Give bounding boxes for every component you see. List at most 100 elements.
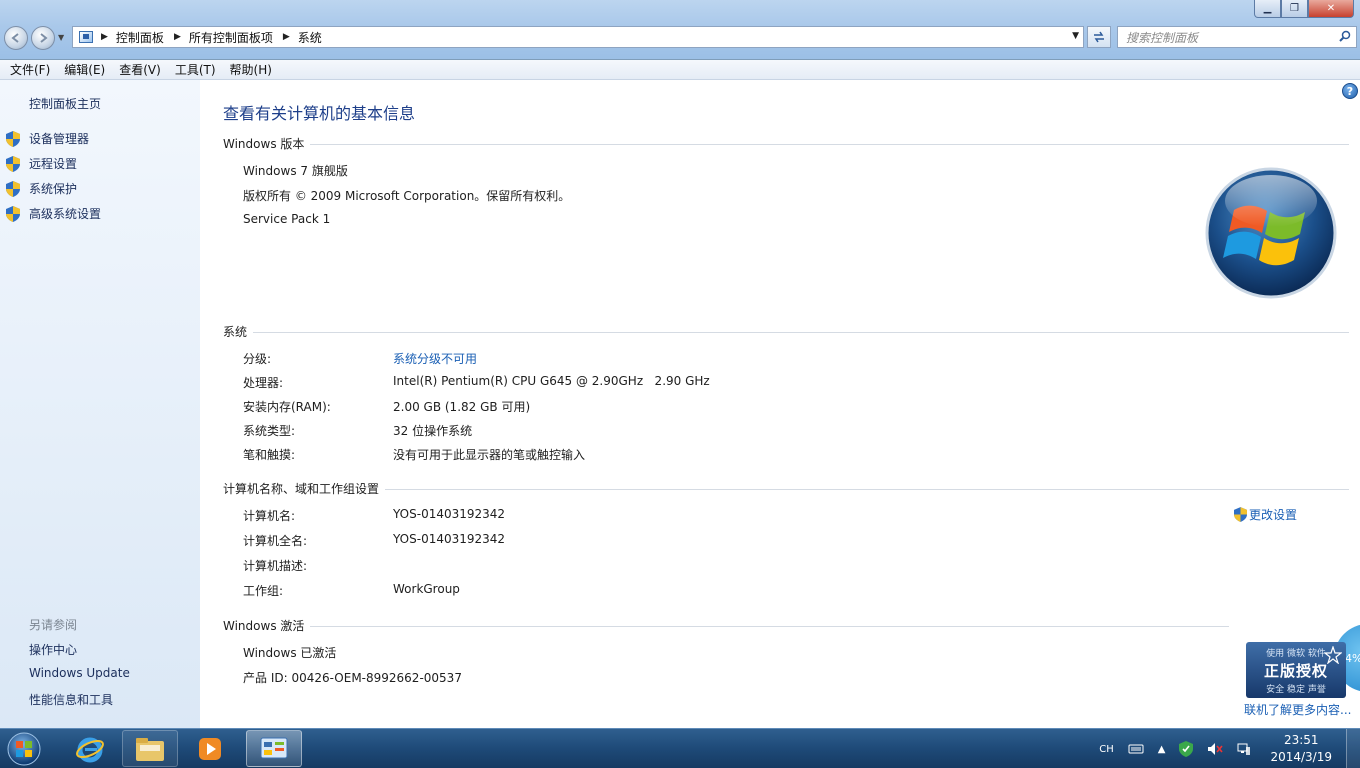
page-title: 查看有关计算机的基本信息 [223, 104, 416, 123]
security-shield-icon[interactable] [1179, 741, 1194, 757]
sidebar-item-advanced-settings[interactable]: 高级系统设置 [6, 205, 101, 222]
back-button[interactable] [4, 26, 28, 50]
divider [385, 489, 1349, 490]
processor-label: 处理器: [243, 376, 284, 390]
breadcrumb-control-panel[interactable]: 控制面板 [116, 29, 164, 46]
title-bar: ▁ ❐ ✕ ▼ ▶ 控制面板 ▶ 所有控制面板项 ▶ 系统 ▼ 搜索控制面板 [0, 0, 1360, 60]
divider [310, 144, 1349, 145]
taskbar: CH ▲ 23:51 2014/3/19 [0, 728, 1360, 768]
menu-file[interactable]: 文件(F) [4, 61, 56, 78]
recent-pages-dropdown[interactable]: ▼ [58, 33, 64, 42]
uac-shield-icon [6, 130, 20, 147]
ram-value: 2.00 GB (1.82 GB 可用) [393, 400, 531, 414]
uac-shield-icon [1234, 507, 1247, 522]
menu-tools[interactable]: 工具(T) [169, 61, 222, 78]
maximize-button[interactable]: ❐ [1281, 0, 1308, 18]
sidebar-item-label: 远程设置 [29, 157, 78, 171]
network-icon[interactable] [1237, 742, 1251, 756]
main-content: ? 查看有关计算机的基本信息 Windows 版本 Windows 7 旗舰版 … [200, 80, 1360, 728]
service-pack: Service Pack 1 [243, 212, 331, 226]
star-icon [1324, 646, 1342, 664]
sidebar: 控制面板主页 设备管理器 远程设置 系统保护 高级系统设置 另请参阅 操作中心 … [0, 80, 200, 728]
show-desktop-button[interactable] [1346, 729, 1360, 768]
search-icon[interactable] [1339, 30, 1351, 42]
taskbar-internet-explorer[interactable] [62, 730, 118, 767]
sidebar-control-panel-home[interactable]: 控制面板主页 [29, 95, 101, 112]
sidebar-item-system-protection[interactable]: 系统保护 [6, 180, 77, 197]
full-name-label: 计算机全名: [243, 534, 308, 548]
copyright-text: 版权所有 © 2009 Microsoft Corporation。保留所有权利… [243, 189, 571, 203]
uac-shield-icon [6, 205, 20, 222]
system-type-label: 系统类型: [243, 424, 296, 438]
section-system: 系统 [223, 323, 1349, 340]
change-settings-link[interactable]: 更改设置 [1234, 506, 1297, 523]
taskbar-control-panel[interactable] [246, 730, 302, 767]
address-bar[interactable]: ▶ 控制面板 ▶ 所有控制面板项 ▶ 系统 ▼ [72, 26, 1084, 48]
clock-time: 23:51 [1283, 733, 1319, 747]
media-player-icon [199, 737, 221, 760]
start-button[interactable] [4, 731, 44, 767]
section-computer-name: 计算机名称、域和工作组设置 [223, 480, 1349, 497]
windows-logo-icon [1205, 167, 1337, 299]
sidebar-link-windows-update[interactable]: Windows Update [29, 666, 130, 680]
rating-label: 分级: [243, 352, 272, 366]
rating-link[interactable]: 系统分级不可用 [393, 350, 477, 367]
menu-help[interactable]: 帮助(H) [224, 61, 278, 78]
system-tray: CH ▲ 23:51 2014/3/19 [1092, 729, 1360, 768]
sidebar-item-remote-settings[interactable]: 远程设置 [6, 155, 77, 172]
refresh-icon [1094, 31, 1104, 43]
help-icon[interactable]: ? [1342, 83, 1358, 99]
address-dropdown-icon[interactable]: ▼ [1072, 31, 1079, 41]
window-controls: ▁ ❐ ✕ [1254, 0, 1354, 18]
taskbar-explorer[interactable] [122, 730, 178, 767]
minimize-button[interactable]: ▁ [1254, 0, 1281, 18]
sidebar-link-action-center[interactable]: 操作中心 [29, 641, 77, 658]
menu-edit[interactable]: 编辑(E) [58, 61, 111, 78]
breadcrumb-system[interactable]: 系统 [298, 29, 322, 46]
show-hidden-icons-icon[interactable]: ▲ [1158, 744, 1166, 755]
taskbar-media-player[interactable] [182, 730, 238, 767]
breadcrumb-all-items[interactable]: 所有控制面板项 [189, 29, 273, 46]
volume-muted-icon[interactable] [1207, 742, 1224, 756]
section-windows-edition: Windows 版本 [223, 135, 1349, 152]
edition-name: Windows 7 旗舰版 [243, 164, 348, 178]
pen-touch-label: 笔和触摸: [243, 448, 296, 462]
arrow-right-icon [40, 33, 48, 43]
ram-label: 安装内存(RAM): [243, 400, 331, 414]
menu-view[interactable]: 查看(V) [113, 61, 167, 78]
computer-name-label: 计算机名: [243, 509, 296, 523]
control-panel-icon [79, 31, 93, 43]
section-heading: Windows 版本 [223, 137, 305, 151]
chevron-right-icon[interactable]: ▶ [101, 32, 108, 42]
section-heading: 计算机名称、域和工作组设置 [223, 482, 380, 496]
forward-button[interactable] [31, 26, 55, 50]
menu-bar: 文件(F) 编辑(E) 查看(V) 工具(T) 帮助(H) [0, 60, 1360, 80]
sidebar-item-device-manager[interactable]: 设备管理器 [6, 130, 89, 147]
internet-explorer-icon [76, 737, 104, 762]
clock[interactable]: 23:51 2014/3/19 [1270, 732, 1332, 766]
description-label: 计算机描述: [243, 559, 308, 573]
control-panel-icon [260, 737, 288, 758]
language-indicator[interactable]: CH [1099, 744, 1114, 755]
close-button[interactable]: ✕ [1308, 0, 1354, 18]
change-settings-label: 更改设置 [1249, 508, 1298, 522]
refresh-button[interactable] [1087, 26, 1111, 48]
chevron-right-icon[interactable]: ▶ [174, 32, 181, 42]
divider [253, 332, 1349, 333]
workgroup-value: WorkGroup [393, 582, 460, 596]
chevron-right-icon[interactable]: ▶ [283, 32, 290, 42]
keyboard-icon[interactable] [1128, 743, 1144, 755]
learn-more-link[interactable]: 联机了解更多内容... [1244, 701, 1351, 718]
clock-date: 2014/3/19 [1270, 750, 1332, 764]
uac-shield-icon [6, 155, 20, 172]
search-input[interactable]: 搜索控制面板 [1117, 26, 1357, 48]
arrow-left-icon [11, 33, 19, 43]
workgroup-label: 工作组: [243, 584, 284, 598]
sidebar-item-label: 设备管理器 [29, 132, 90, 146]
computer-name-value: YOS-01403192342 [393, 507, 506, 521]
sidebar-link-performance[interactable]: 性能信息和工具 [29, 691, 113, 708]
section-activation: Windows 激活 [223, 617, 1349, 634]
uac-shield-icon [6, 180, 20, 197]
processor-value: Intel(R) Pentium(R) CPU G645 @ 2.90GHz 2… [393, 374, 710, 388]
sidebar-item-label: 高级系统设置 [29, 207, 102, 221]
